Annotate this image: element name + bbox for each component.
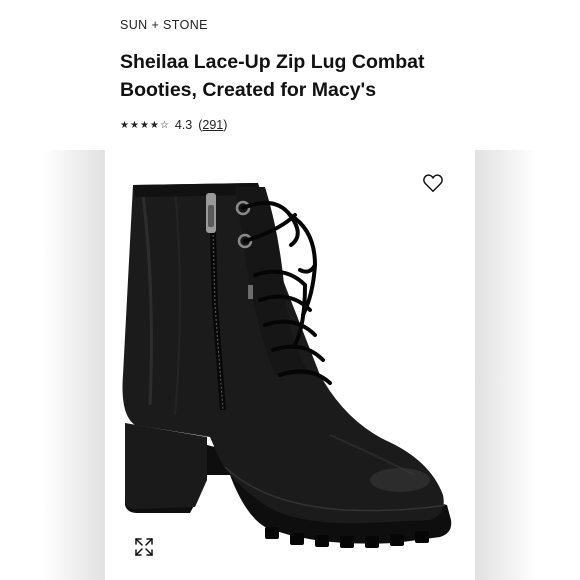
- right-shadow: [475, 150, 580, 580]
- boot-heel: [125, 423, 207, 509]
- product-image[interactable]: [115, 175, 460, 560]
- heart-outline-icon[interactable]: [422, 172, 444, 194]
- star-full-icon: ★: [149, 119, 159, 131]
- star-full-icon: ★: [129, 119, 139, 131]
- rating-value: 4.3: [174, 118, 193, 132]
- rating-stars: ★ ★ ★ ★ ☆: [120, 120, 169, 131]
- review-count-link[interactable]: 291: [202, 118, 223, 132]
- expand-arrows-icon[interactable]: [134, 537, 154, 557]
- star-full-icon: ★: [139, 119, 149, 131]
- product-title: Sheilaa Lace-Up Zip Lug Combat Booties, …: [120, 51, 425, 101]
- brand-name[interactable]: SUN + STONE: [120, 18, 208, 32]
- rating-row[interactable]: ★ ★ ★ ★ ☆ 4.3 (291): [120, 118, 227, 132]
- product-page: SUN + STONE Sheilaa Lace-Up Zip Lug Comb…: [0, 0, 580, 580]
- star-partial-icon: ☆: [159, 119, 169, 131]
- review-count[interactable]: (291): [198, 118, 227, 132]
- star-full-icon: ★: [120, 119, 129, 131]
- left-shadow: [0, 150, 105, 580]
